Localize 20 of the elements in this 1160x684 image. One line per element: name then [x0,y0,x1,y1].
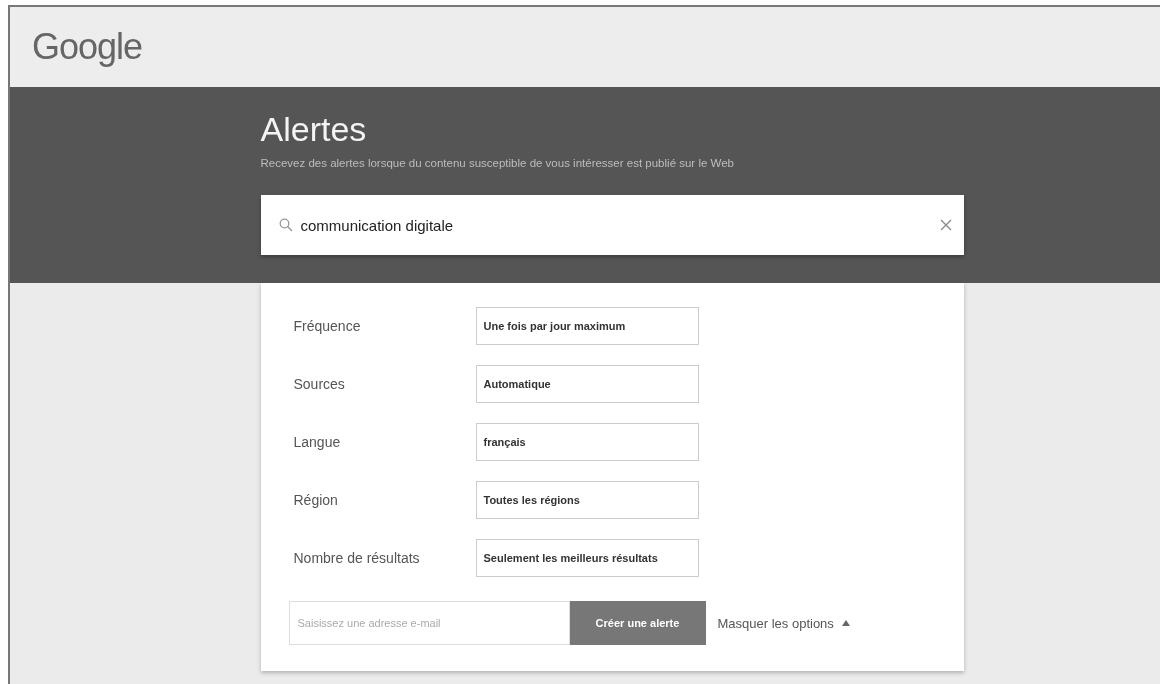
search-field[interactable]: communication digitale [260,195,964,255]
google-logo[interactable]: Google [32,26,143,68]
create-alert-button[interactable]: Créer une alerte [569,601,706,645]
option-label: Langue [293,434,342,450]
search-icon [278,218,293,232]
option-label: Sources [293,376,346,392]
option-label: Région [293,492,339,508]
page-title: Alertes [260,109,368,149]
option-dropdown[interactable]: Toutes les régions [475,481,699,519]
email-field[interactable]: Saisissez une adresse e-mail [288,601,570,645]
page-subtitle: Recevez des alertes lorsque du contenu susceptible de vous intéresser est publié sur le Web [260,157,735,169]
option-label: Fréquence [293,318,362,334]
option-dropdown[interactable]: français [475,423,699,461]
option-dropdown[interactable]: Une fois par jour maximum [475,307,699,345]
option-dropdown[interactable]: Seulement les meilleurs résultats [475,539,699,577]
close-icon[interactable] [939,219,952,231]
option-label: Nombre de résultats [293,550,421,566]
caret-icon [841,620,850,626]
hide-options-button[interactable]: Masquer les options [717,615,850,631]
option-dropdown[interactable]: Automatique [475,365,699,403]
